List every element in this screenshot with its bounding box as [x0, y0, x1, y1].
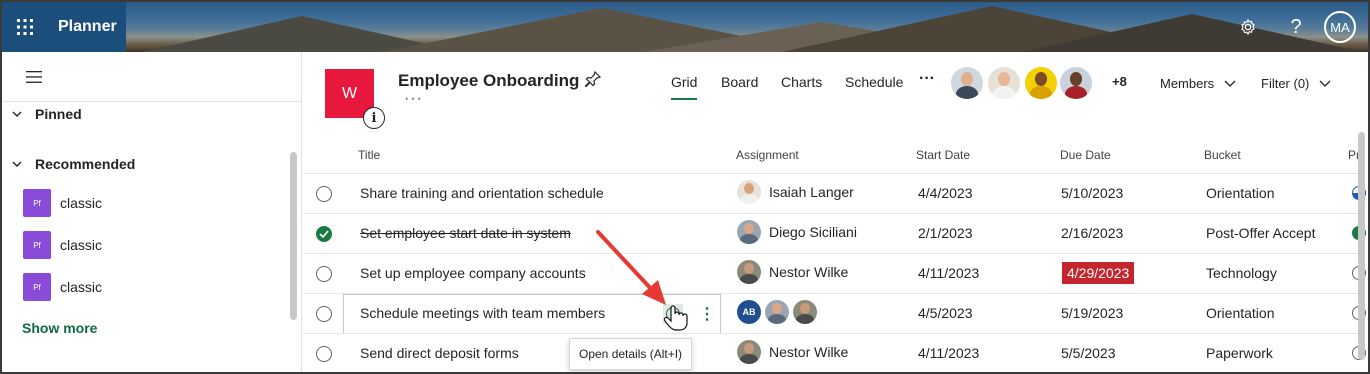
red-arrow-annotation	[596, 230, 666, 305]
annotation-overlay	[596, 230, 688, 331]
hand-cursor-icon	[663, 305, 688, 331]
app-window: Planner ? MA Pinned Recommended Pf class…	[0, 0, 1370, 374]
